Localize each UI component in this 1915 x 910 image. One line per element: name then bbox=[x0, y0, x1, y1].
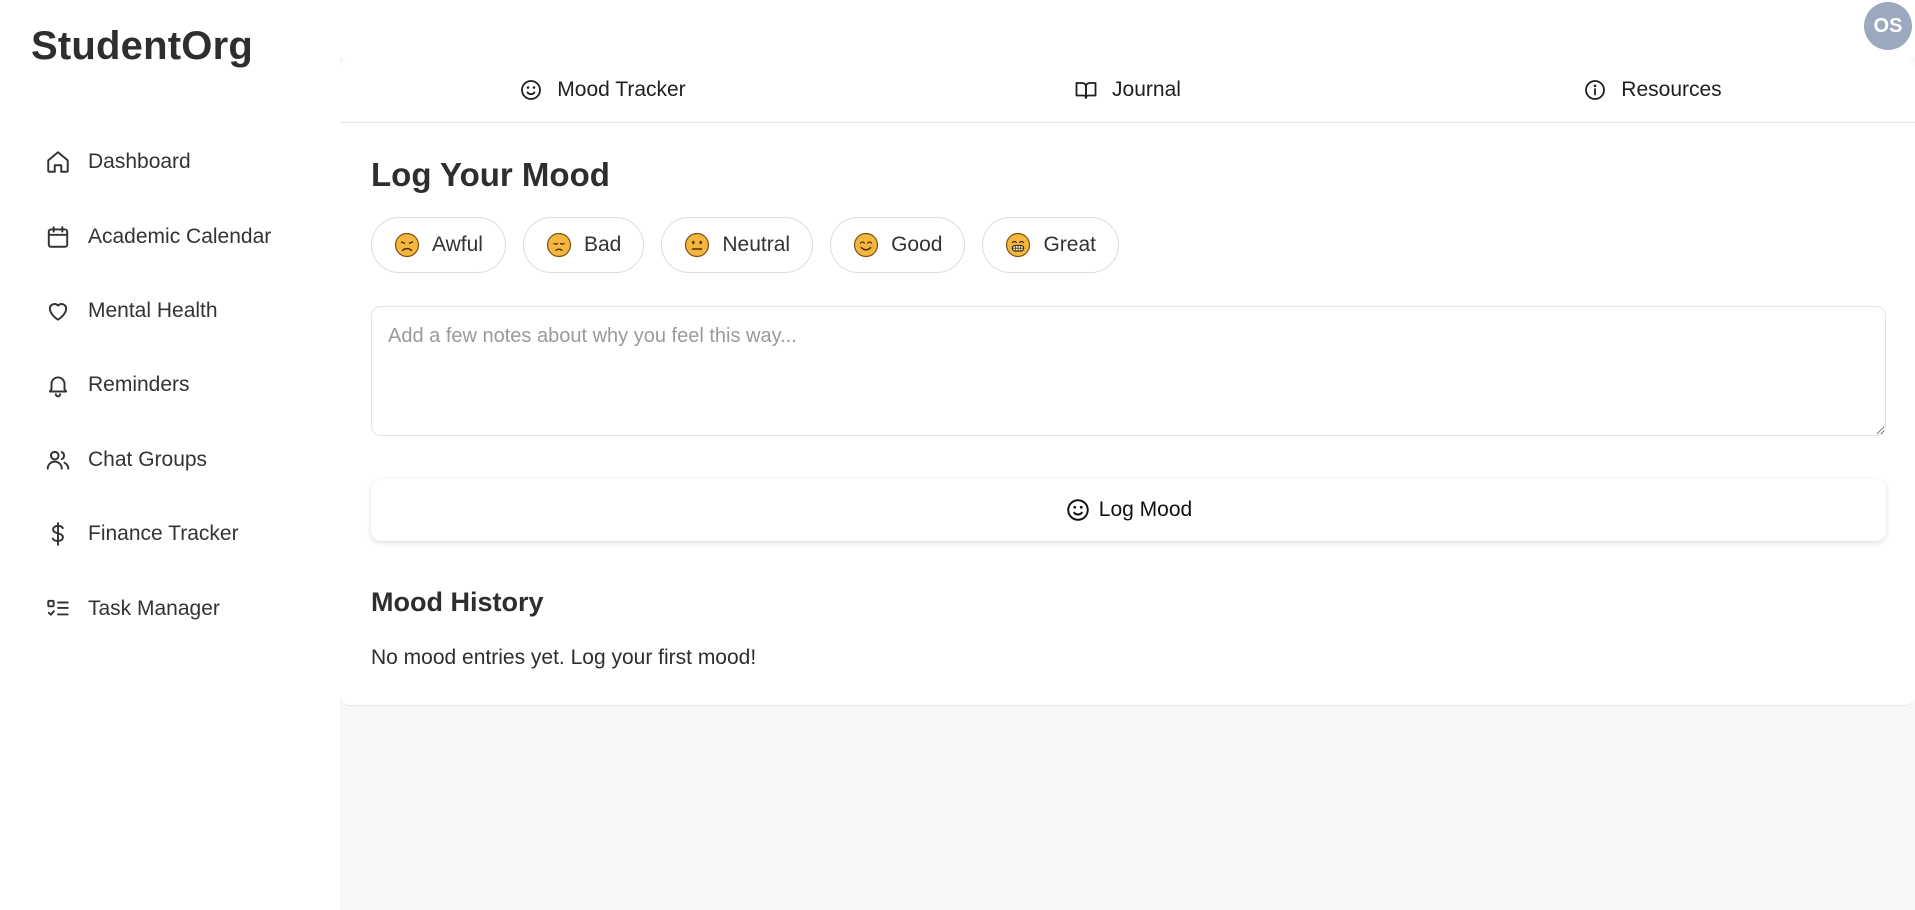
book-open-icon bbox=[1075, 82, 1097, 99]
mood-option-label: Neutral bbox=[722, 233, 791, 256]
avatar[interactable]: OS bbox=[1864, 2, 1912, 50]
mood-option-awful[interactable]: Awful bbox=[371, 217, 506, 273]
tab-journal[interactable]: Journal bbox=[865, 58, 1390, 122]
tab-resources[interactable]: Resources bbox=[1390, 58, 1915, 122]
sidebar-item-academic-calendar[interactable]: Academic Calendar bbox=[44, 199, 271, 273]
brand-logo[interactable]: StudentOrg bbox=[31, 24, 253, 69]
users-icon bbox=[44, 446, 72, 474]
mood-history-title: Mood History bbox=[371, 587, 544, 617]
mood-notes-input[interactable] bbox=[371, 306, 1886, 436]
mood-option-label: Good bbox=[891, 233, 943, 256]
tab-label: Resources bbox=[1621, 78, 1722, 101]
awful-emoji-icon bbox=[394, 232, 420, 258]
log-mood-label: Log Mood bbox=[1098, 498, 1193, 521]
sidebar-item-label: Reminders bbox=[88, 373, 190, 397]
tab-label: Mood Tracker bbox=[557, 78, 686, 101]
sidebar-nav: Dashboard Academic Calendar Mental Healt… bbox=[44, 125, 271, 646]
sidebar: StudentOrg Dashboard Academic Calendar M… bbox=[0, 0, 340, 910]
mood-option-great[interactable]: Great bbox=[982, 217, 1119, 273]
sidebar-item-finance-tracker[interactable]: Finance Tracker bbox=[44, 497, 271, 571]
great-emoji-icon bbox=[1006, 232, 1031, 258]
home-icon bbox=[44, 148, 72, 176]
tab-label: Journal bbox=[1112, 78, 1181, 101]
good-emoji-icon bbox=[853, 232, 879, 258]
sidebar-item-reminders[interactable]: Reminders bbox=[44, 348, 271, 422]
smile-icon bbox=[521, 80, 542, 100]
mood-option-label: Bad bbox=[583, 233, 622, 256]
heart-icon bbox=[44, 297, 72, 325]
mood-option-bad[interactable]: Bad bbox=[522, 217, 645, 273]
dollar-icon bbox=[44, 520, 72, 548]
sidebar-item-label: Dashboard bbox=[88, 150, 191, 174]
sidebar-item-mental-health[interactable]: Mental Health bbox=[44, 274, 271, 348]
sidebar-item-label: Task Manager bbox=[88, 596, 220, 620]
bell-icon bbox=[44, 371, 72, 399]
log-mood-button[interactable]: Log Mood bbox=[371, 479, 1886, 541]
sidebar-item-label: Academic Calendar bbox=[88, 224, 272, 248]
sidebar-item-chat-groups[interactable]: Chat Groups bbox=[44, 423, 271, 497]
sidebar-item-label: Mental Health bbox=[88, 298, 218, 322]
sidebar-item-dashboard[interactable]: Dashboard bbox=[44, 125, 271, 199]
page-title: Log Your Mood bbox=[371, 156, 610, 193]
mood-tracker-panel: Log Your Mood Awful Bad Neutral Good Gre… bbox=[371, 123, 1886, 670]
tab-bar: Mood Tracker Journal Resources bbox=[340, 58, 1915, 123]
sidebar-item-label: Chat Groups bbox=[88, 447, 208, 471]
main-header bbox=[340, 0, 1915, 58]
bad-emoji-icon bbox=[546, 232, 572, 258]
mood-option-label: Awful bbox=[432, 233, 483, 256]
smile-icon bbox=[1067, 499, 1089, 521]
info-icon bbox=[1585, 80, 1606, 100]
mood-options: Awful Bad Neutral Good Great bbox=[371, 217, 1886, 273]
tab-mood-tracker[interactable]: Mood Tracker bbox=[340, 58, 865, 122]
list-checks-icon bbox=[44, 595, 72, 623]
mood-option-neutral[interactable]: Neutral bbox=[661, 217, 814, 273]
neutral-emoji-icon bbox=[685, 232, 710, 258]
mood-option-label: Great bbox=[1043, 233, 1096, 256]
calendar-icon bbox=[44, 223, 72, 251]
mood-history-empty-message: No mood entries yet. Log your first mood… bbox=[371, 646, 757, 669]
app-root: StudentOrg Dashboard Academic Calendar M… bbox=[0, 0, 1915, 910]
sidebar-item-task-manager[interactable]: Task Manager bbox=[44, 571, 271, 645]
mood-option-good[interactable]: Good bbox=[830, 217, 966, 273]
sidebar-item-label: Finance Tracker bbox=[88, 522, 239, 546]
